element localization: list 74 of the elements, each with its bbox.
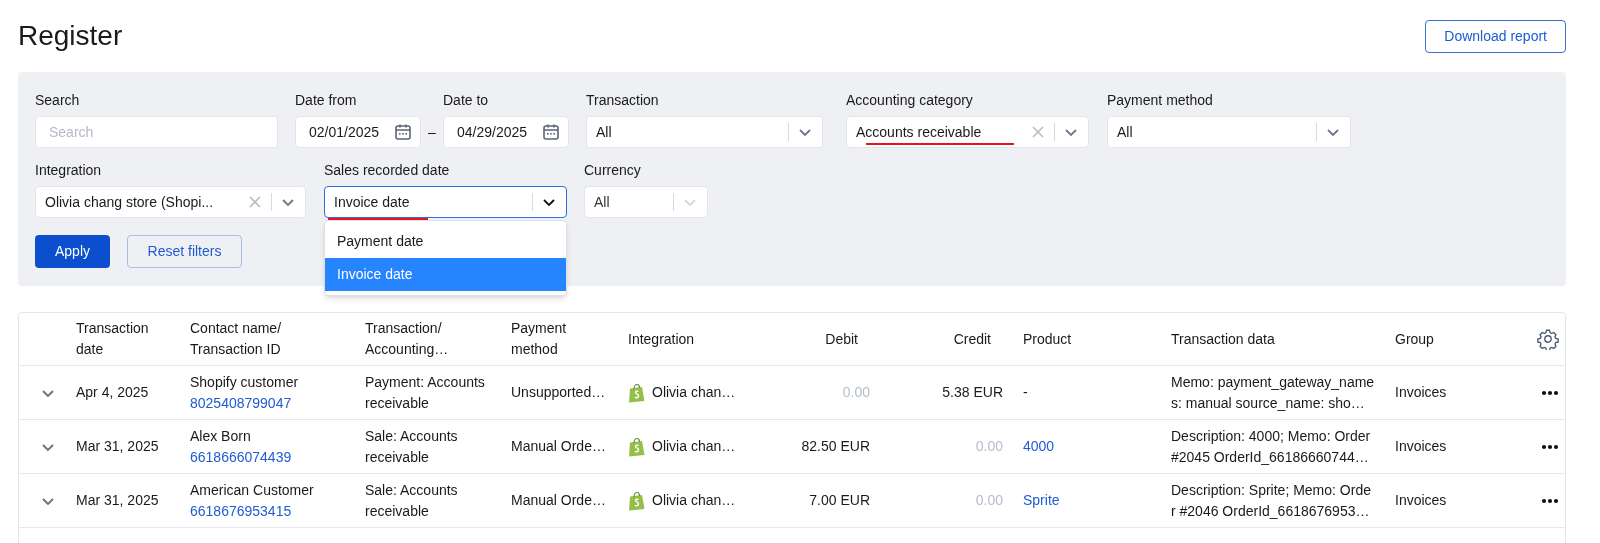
- product-link[interactable]: 4000: [1023, 436, 1055, 457]
- table-cell: Manual Orde…: [511, 492, 606, 508]
- dropdown-option[interactable]: Invoice date: [325, 258, 566, 291]
- page-title: Register: [18, 19, 123, 53]
- transaction-id-link[interactable]: 6618666074439: [190, 446, 292, 468]
- table-cell-text: Olivia chan…: [652, 383, 736, 402]
- table-cell-text: 0.00: [842, 383, 870, 402]
- settings-icon[interactable]: [1537, 328, 1559, 350]
- column-header[interactable]: Transaction/ Accounting…: [365, 318, 477, 360]
- dropdown-option[interactable]: Payment date: [325, 225, 566, 258]
- reset-filters-button[interactable]: Reset filters: [127, 235, 242, 268]
- calendar-icon[interactable]: [542, 123, 560, 141]
- field-label: Accounting category: [846, 91, 974, 110]
- table-cell-text: 7.00 EUR: [809, 491, 870, 510]
- table-cell: Invoices: [1395, 438, 1447, 454]
- table-cell-text: Sale: Accounts receivable: [365, 426, 459, 467]
- more-options-icon[interactable]: [1541, 389, 1559, 396]
- contact-name: Shopify customer: [190, 372, 299, 392]
- table-cell-text: Payment: Accounts receivable: [365, 372, 486, 413]
- contact-name: American Customer: [190, 480, 314, 500]
- transaction-id-link[interactable]: 6618676953415: [190, 500, 292, 522]
- shopping-bag-icon: [628, 490, 646, 511]
- more-options-icon[interactable]: [1541, 497, 1559, 504]
- table-cell: Mar 31, 2025: [76, 438, 159, 454]
- search-field[interactable]: Search: [35, 116, 278, 148]
- table-cell-text: 0.00: [975, 491, 1003, 510]
- field-label: Payment method: [1107, 91, 1214, 110]
- field-label: Currency: [584, 161, 642, 180]
- table-cell-text: Olivia chan…: [652, 437, 736, 456]
- table-cell: Apr 4, 2025: [76, 384, 149, 400]
- select-field[interactable]: All: [1107, 116, 1351, 148]
- product-link[interactable]: Sprite: [1023, 490, 1060, 511]
- column-header[interactable]: Integration: [628, 328, 707, 350]
- column-header[interactable]: Transaction data: [1171, 328, 1287, 350]
- contact-name: Alex Born: [190, 426, 251, 446]
- field-label: Transaction: [586, 91, 660, 110]
- column-header[interactable]: Product: [1023, 328, 1084, 350]
- date-field[interactable]: 04/29/2025: [443, 116, 569, 148]
- more-options-icon[interactable]: [1541, 443, 1559, 450]
- field-label: Integration: [35, 161, 103, 180]
- shopping-bag-icon: [628, 436, 646, 457]
- column-header[interactable]: Credit: [953, 328, 1003, 350]
- table-cell-text: 0.00: [975, 437, 1003, 456]
- select-field[interactable]: Invoice date: [324, 186, 567, 218]
- column-header[interactable]: Transaction date: [76, 318, 188, 360]
- table-cell: Invoices: [1395, 384, 1447, 400]
- table-cell-text: Memo: payment_gateway_names: manual source_name: sho…: [1171, 372, 1375, 413]
- field-label: Sales recorded date: [324, 161, 451, 180]
- date-separator: –: [427, 122, 437, 142]
- table-cell: Mar 31, 2025: [76, 492, 159, 508]
- table-cell-text: Olivia chan…: [652, 491, 736, 510]
- column-header[interactable]: Debit: [825, 328, 870, 350]
- field-label: Date to: [443, 91, 490, 110]
- field-label: Date from: [295, 91, 358, 110]
- transaction-id-link[interactable]: 8025408799047: [190, 392, 292, 414]
- calendar-icon[interactable]: [394, 123, 412, 141]
- table-cell: Unsupported…: [511, 384, 606, 400]
- table-cell: Manual Orde…: [511, 438, 606, 454]
- date-field[interactable]: 02/01/2025: [295, 116, 421, 148]
- field-label: Search: [35, 91, 81, 110]
- apply-button[interactable]: Apply: [35, 235, 110, 268]
- select-field[interactable]: All: [586, 116, 823, 148]
- column-header[interactable]: Payment method: [511, 318, 623, 360]
- table-cell-text: Description: Sprite; Memo: Order #2046 OrderId_6618676953…: [1171, 480, 1372, 521]
- download-report-button[interactable]: Download report: [1425, 19, 1566, 53]
- column-header[interactable]: Contact name/ Transaction ID: [190, 318, 302, 360]
- table-cell-text: -: [1023, 383, 1028, 402]
- table-cell-text: Sale: Accounts receivable: [365, 480, 459, 521]
- table-cell: Invoices: [1395, 492, 1447, 508]
- table-cell-text: 5.38 EUR: [942, 383, 1003, 402]
- shopping-bag-icon: [628, 382, 646, 403]
- column-header[interactable]: Group: [1395, 328, 1446, 350]
- table-cell-text: Description: 4000; Memo: Order #2045 OrderId_66186660744…: [1171, 426, 1372, 467]
- table-cell-text: 82.50 EUR: [801, 437, 870, 456]
